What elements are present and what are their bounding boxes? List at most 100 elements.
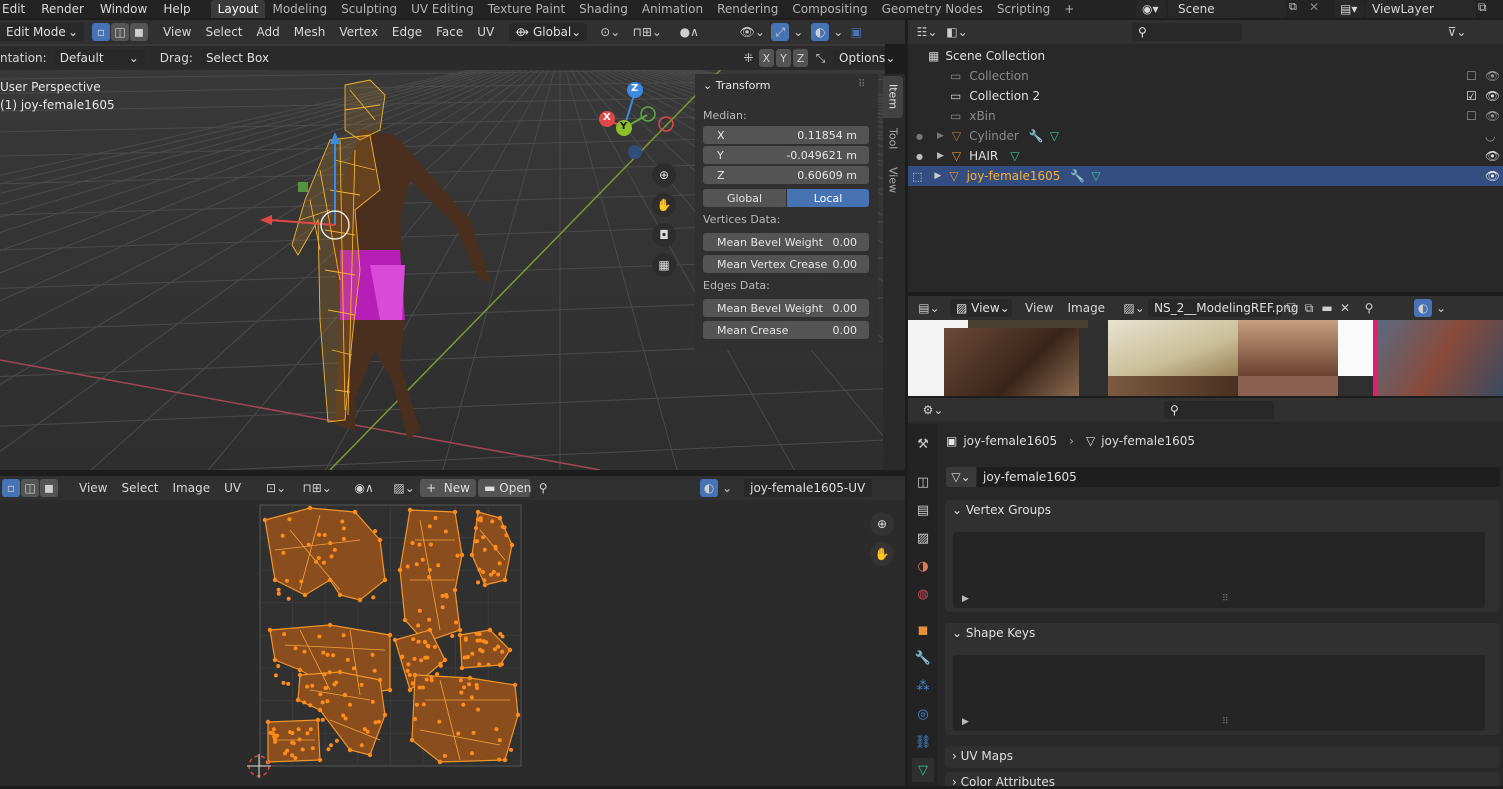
menu-edit[interactable]: Edit <box>0 0 33 18</box>
median-x-field[interactable]: X 0.11854 m <box>703 126 869 144</box>
tab-shading[interactable]: Shading <box>572 0 635 18</box>
menu-render[interactable]: Render <box>33 0 92 18</box>
mode-dropdown[interactable]: Edit Mode ⌄ <box>0 23 84 41</box>
image-menu-image[interactable]: Image <box>1060 301 1112 315</box>
eye-closed-icon[interactable]: ◡ <box>1485 129 1495 143</box>
mirror-x-toggle[interactable]: X <box>758 49 774 67</box>
mean-vertex-crease-field[interactable]: Mean Vertex Crease 0.00 <box>703 255 869 273</box>
particles-properties-icon[interactable]: ⁂ <box>912 674 934 698</box>
image-view-dropdown[interactable]: ▨ View ⌄ <box>950 299 1012 317</box>
open-image-button[interactable]: ▬ Open <box>478 479 531 497</box>
image-menu-view[interactable]: View <box>1018 301 1060 315</box>
menu-uv[interactable]: UV <box>470 25 501 39</box>
auto-merge-icon[interactable]: ⤡ <box>812 49 829 67</box>
xray-icon[interactable]: ▣ <box>847 23 865 41</box>
tab-view[interactable]: View <box>883 160 903 200</box>
object-properties-icon[interactable]: ◼ <box>912 618 934 642</box>
uv-zoom-icon[interactable]: ⊕ <box>870 512 894 536</box>
camera-icon[interactable]: ◘ <box>652 223 676 247</box>
display-mode-icon[interactable]: ◧⌄ <box>942 23 972 41</box>
view-layer-icon[interactable]: ▤▾ <box>1334 0 1364 18</box>
uv-menu-view[interactable]: View <box>72 481 114 495</box>
chevron-down-icon[interactable]: ⌄ <box>1432 299 1450 317</box>
menu-select[interactable]: Select <box>198 25 249 39</box>
image-browse-icon[interactable]: ▨⌄ <box>390 479 418 497</box>
menu-mesh[interactable]: Mesh <box>287 25 333 39</box>
vertex-groups-list[interactable] <box>953 532 1485 608</box>
global-toggle[interactable]: Global <box>703 189 786 207</box>
exclude-checkbox[interactable]: ☐ <box>1466 109 1477 123</box>
mesh-data-properties-icon[interactable]: ▽ <box>912 758 934 782</box>
edge-select-icon[interactable]: ◫ <box>111 23 129 41</box>
resize-handle-icon[interactable]: ⠿ <box>1222 594 1229 604</box>
menu-help[interactable]: Help <box>155 0 198 18</box>
tab-texture-paint[interactable]: Texture Paint <box>481 0 572 18</box>
tool-settings-icon[interactable]: ⚒ <box>912 432 934 456</box>
local-toggle[interactable]: Local <box>787 189 869 207</box>
mean-bevel-weight-field[interactable]: Mean Bevel Weight 0.00 <box>703 233 869 251</box>
transform-gizmo[interactable] <box>260 132 350 240</box>
world-properties-icon[interactable]: ◍ <box>912 582 934 606</box>
mirror-z-toggle[interactable]: Z <box>793 49 809 67</box>
median-z-field[interactable]: Z 0.60609 m <box>703 166 869 184</box>
drag-handle-icon[interactable]: ⠿ <box>858 79 865 90</box>
uv-overlay-icon[interactable]: ◐ <box>700 479 719 497</box>
folder-icon[interactable]: ▬ <box>1318 299 1336 317</box>
mesh-browse-icon[interactable]: ▽⌄ <box>946 467 976 487</box>
image-name-field[interactable]: NS_2__ModelingREF.png <box>1148 299 1298 317</box>
tab-item[interactable]: Item <box>883 76 903 118</box>
face-select-icon[interactable]: ◼ <box>130 23 148 41</box>
transform-panel-header[interactable]: ⌄ Transform <box>703 79 770 92</box>
new-image-button[interactable]: + New <box>420 479 477 497</box>
vertex-groups-header[interactable]: ⌄ Vertex Groups <box>952 503 1051 517</box>
outliner-search-input[interactable]: ⚲ <box>1132 23 1242 41</box>
uv-pan-hand-icon[interactable]: ✋ <box>870 542 894 566</box>
options-dropdown[interactable]: Options ⌄ <box>833 49 895 67</box>
expand-arrow-icon[interactable]: ▶ <box>937 151 944 161</box>
tab-modeling[interactable]: Modeling <box>265 0 334 18</box>
uv-vertex-select-icon[interactable]: ▫ <box>2 479 20 497</box>
edit-mode-icon[interactable]: ⬚ <box>912 170 922 183</box>
editor-type-icon[interactable]: ⚙⌄ <box>918 401 948 419</box>
outliner-row-scene-collection[interactable]: ▦ Scene Collection <box>908 46 1503 66</box>
editor-type-icon[interactable]: ☷⌄ <box>912 23 942 41</box>
shape-keys-header[interactable]: ⌄ Shape Keys <box>952 626 1035 640</box>
tab-layout[interactable]: Layout <box>210 0 266 18</box>
expand-arrow-icon[interactable]: ▶ <box>962 594 969 604</box>
tab-rendering[interactable]: Rendering <box>710 0 785 18</box>
uv-pivot-icon[interactable]: ⊡⌄ <box>262 479 290 497</box>
uv-snap-icon[interactable]: ⊓⊞⌄ <box>296 479 338 497</box>
expand-arrow-icon[interactable]: ▶ <box>962 717 969 727</box>
expand-arrow-icon[interactable]: ▶ <box>934 171 941 181</box>
tab-compositing[interactable]: Compositing <box>785 0 874 18</box>
eye-icon[interactable]: 👁 <box>1485 89 1500 103</box>
uv-menu-uv[interactable]: UV <box>217 481 248 495</box>
uv-map-field[interactable]: joy-female1605-UV <box>744 479 873 497</box>
view-layer-field[interactable]: ViewLayer <box>1366 0 1476 18</box>
transform-orientation-dropdown[interactable]: Default ⌄ <box>53 49 145 67</box>
physics-properties-icon[interactable]: ◎ <box>912 702 934 726</box>
proportional-edit-icon[interactable]: ●∧ <box>669 23 709 41</box>
pan-hand-icon[interactable]: ✋ <box>652 193 676 217</box>
pin-icon[interactable]: ⚲ <box>534 479 552 497</box>
gizmo-toggle-icon[interactable]: ⤢ <box>771 23 790 41</box>
outliner-row-collection[interactable]: ▭ Collection ☐ 👁 <box>908 66 1503 86</box>
uv-proportional-icon[interactable]: ◉∧ <box>344 479 384 497</box>
expand-arrow-icon[interactable]: ▶ <box>937 131 944 141</box>
menu-window[interactable]: Window <box>92 0 155 18</box>
uv-edge-select-icon[interactable]: ◫ <box>21 479 39 497</box>
eye-icon[interactable]: 👁 <box>1485 169 1500 183</box>
render-properties-icon[interactable]: ◫ <box>912 470 934 494</box>
vertex-select-icon[interactable]: ▫ <box>92 23 110 41</box>
fake-user-icon[interactable]: ⛉ <box>1282 299 1300 317</box>
scene-selector-icon[interactable]: ◉▾ <box>1136 0 1166 18</box>
tab-geometry-nodes[interactable]: Geometry Nodes <box>875 0 990 18</box>
menu-edge[interactable]: Edge <box>385 25 429 39</box>
overlay-toggle-icon[interactable]: ◐ <box>811 23 830 41</box>
constraints-properties-icon[interactable]: ⛓ <box>912 730 934 754</box>
zoom-icon[interactable]: ⊕ <box>652 163 676 187</box>
tab-animation[interactable]: Animation <box>635 0 710 18</box>
tab-tool[interactable]: Tool <box>883 120 903 158</box>
scene-properties-icon[interactable]: ◑ <box>912 554 934 578</box>
close-icon[interactable]: ✕ <box>1336 299 1354 317</box>
